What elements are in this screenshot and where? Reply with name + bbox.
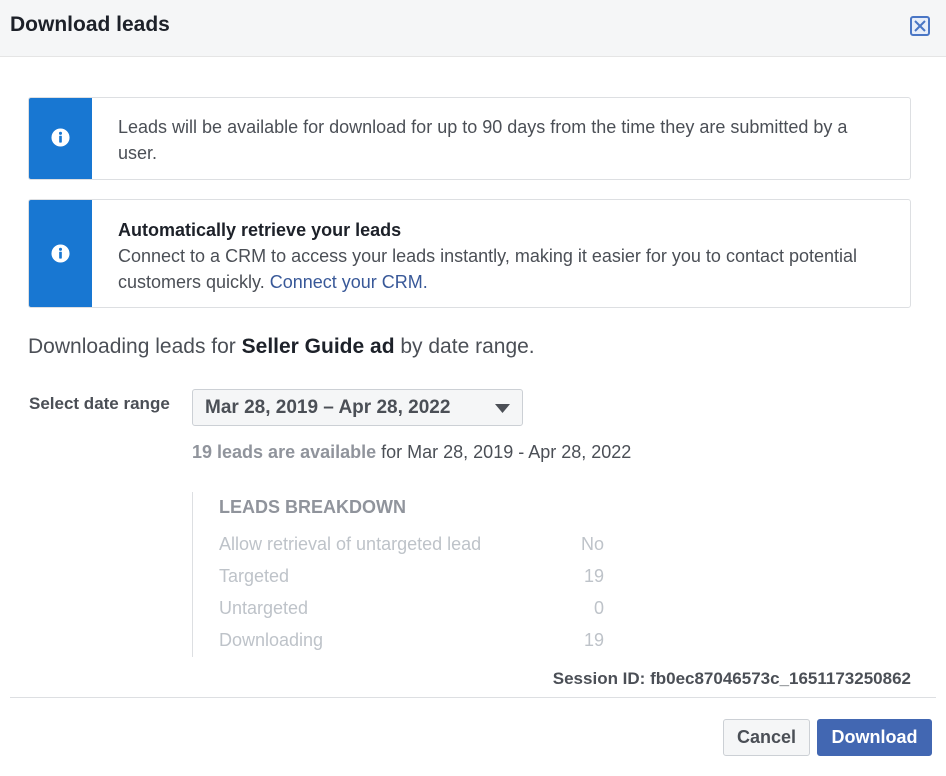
downloading-prefix: Downloading leads for bbox=[28, 335, 242, 358]
info-icon bbox=[51, 244, 70, 263]
leads-breakdown: LEADS BREAKDOWN Allow retrieval of untar… bbox=[192, 492, 613, 657]
close-icon bbox=[914, 20, 926, 32]
breakdown-row: Targeted 19 bbox=[219, 566, 604, 590]
breakdown-row-value: 0 bbox=[593, 598, 604, 618]
crm-notice-text: Connect to a CRM to access your leads in… bbox=[118, 246, 858, 292]
connect-crm-link[interactable]: Connect your CRM. bbox=[270, 272, 428, 292]
crm-notice-heading: Automatically retrieve your leads bbox=[118, 220, 402, 240]
breakdown-title: LEADS BREAKDOWN bbox=[219, 497, 406, 517]
footer-divider bbox=[10, 697, 936, 698]
close-button[interactable] bbox=[910, 16, 930, 36]
retention-notice: Leads will be available for download for… bbox=[28, 97, 911, 180]
breakdown-row-label: Untargeted bbox=[219, 598, 309, 618]
breakdown-row: Allow retrieval of untargeted lead No bbox=[219, 534, 604, 558]
date-range-value: Mar 28, 2019 – Apr 28, 2022 bbox=[205, 397, 451, 418]
downloading-suffix: by date range. bbox=[394, 335, 535, 358]
crm-notice-body: Automatically retrieve your leads Connec… bbox=[118, 217, 886, 295]
session-id: Session ID: fb0ec87046573c_1651173250862 bbox=[552, 669, 911, 688]
available-count: 19 leads are available bbox=[192, 442, 377, 462]
breakdown-row-label: Downloading bbox=[219, 630, 324, 650]
notice-accent-bar bbox=[29, 98, 92, 179]
breakdown-row-value: No bbox=[580, 534, 604, 554]
download-button[interactable]: Download bbox=[817, 719, 932, 756]
breakdown-row: Untargeted 0 bbox=[219, 598, 604, 622]
downloading-description: Downloading leads for Seller Guide ad by… bbox=[28, 335, 535, 359]
retention-notice-text: Leads will be available for download for… bbox=[118, 117, 848, 163]
crm-notice: Automatically retrieve your leads Connec… bbox=[28, 199, 911, 308]
leads-availability: 19 leads are available for Mar 28, 2019 … bbox=[192, 442, 631, 463]
breakdown-row-value: 19 bbox=[583, 630, 604, 650]
ad-name: Seller Guide ad bbox=[241, 335, 395, 358]
breakdown-row-label: Allow retrieval of untargeted lead bbox=[219, 534, 482, 554]
cancel-button[interactable]: Cancel bbox=[723, 719, 810, 756]
info-icon bbox=[51, 128, 70, 147]
date-range-dropdown[interactable]: Mar 28, 2019 – Apr 28, 2022 bbox=[192, 389, 523, 426]
caret-down-icon bbox=[495, 404, 510, 413]
breakdown-row-value: 19 bbox=[583, 566, 604, 586]
date-range-label: Select date range bbox=[29, 394, 170, 413]
notice-accent-bar bbox=[29, 200, 92, 307]
breakdown-row-label: Targeted bbox=[219, 566, 290, 586]
dialog-title: Download leads bbox=[10, 13, 170, 36]
available-range: for Mar 28, 2019 - Apr 28, 2022 bbox=[376, 442, 632, 462]
breakdown-row: Downloading 19 bbox=[219, 630, 604, 654]
download-leads-dialog: Download leads Leads will be available f… bbox=[0, 0, 946, 776]
dialog-header: Download leads bbox=[0, 0, 946, 57]
